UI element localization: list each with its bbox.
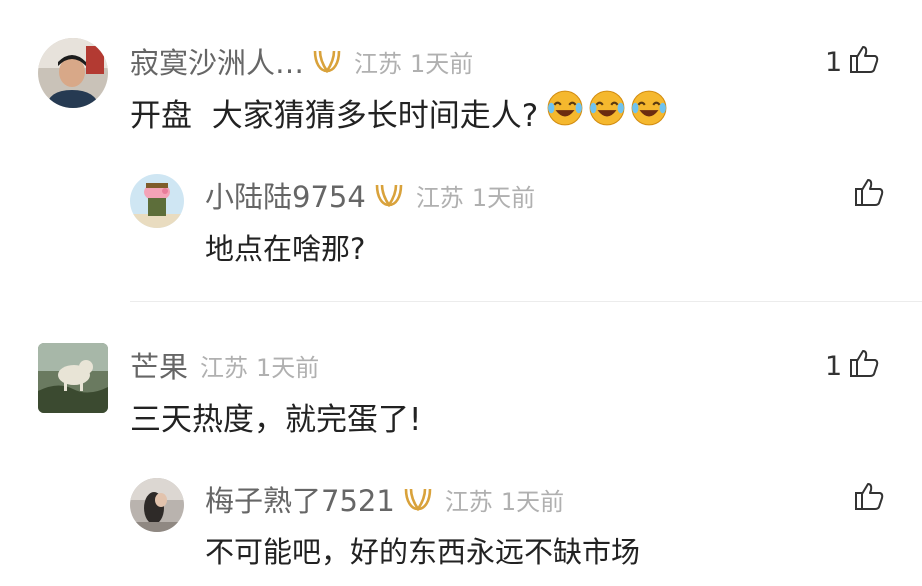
comment-text: 三天热度，就完蛋了! bbox=[130, 396, 422, 438]
reply-location: 江苏 bbox=[444, 487, 493, 516]
thumbs-up-icon bbox=[853, 480, 885, 516]
reply-meta: 梅子熟了7521 江苏 1天前 bbox=[205, 482, 565, 518]
reply-body: 不可能吧，好的东西永远不缺市场 bbox=[205, 535, 641, 569]
thumbs-up-icon bbox=[848, 347, 880, 386]
like-button[interactable]: 1 bbox=[825, 348, 880, 384]
comment-item: 芒果 江苏 1天前 三天热度，就完蛋了! 1 梅子熟了7521 江苏 1天前 不… bbox=[0, 0, 922, 586]
like-count: 1 bbox=[825, 350, 843, 382]
username[interactable]: 芒果 bbox=[130, 344, 188, 386]
reply-timestamp: 1天前 bbox=[500, 487, 565, 516]
location: 江苏 bbox=[200, 353, 249, 382]
reply-username[interactable]: 梅子熟了7521 bbox=[205, 478, 395, 520]
comment-meta: 芒果 江苏 1天前 bbox=[130, 348, 320, 384]
vip-badge-icon bbox=[403, 487, 433, 512]
comment-body: 三天热度，就完蛋了! bbox=[130, 401, 422, 438]
timestamp: 1天前 bbox=[256, 353, 320, 382]
avatar[interactable] bbox=[38, 343, 108, 413]
reply-like-button[interactable] bbox=[853, 480, 885, 516]
reply-text: 不可能吧，好的东西永远不缺市场 bbox=[205, 530, 640, 570]
reply-avatar[interactable] bbox=[130, 478, 184, 532]
